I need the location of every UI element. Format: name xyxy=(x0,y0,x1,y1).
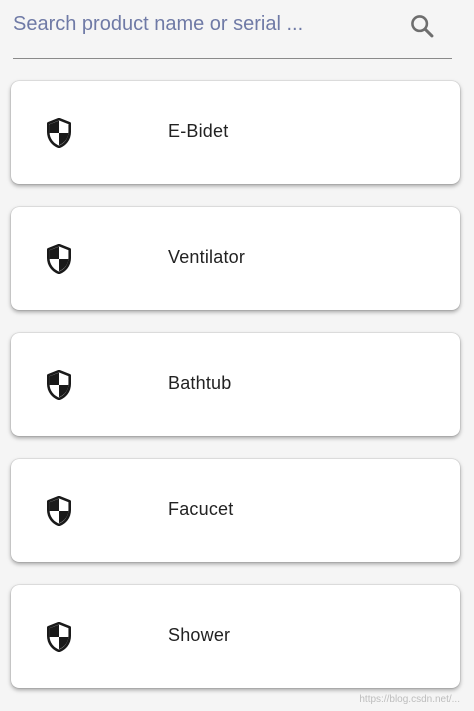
product-label: Ventilator xyxy=(168,247,246,267)
product-label: Facucet xyxy=(168,499,234,519)
product-label: Bathtub xyxy=(168,373,232,393)
product-card[interactable]: Ventilator xyxy=(11,207,460,310)
search-input[interactable] xyxy=(13,6,393,42)
shield-icon xyxy=(46,496,71,526)
product-card[interactable]: Facucet xyxy=(11,459,460,562)
product-label: Shower xyxy=(168,625,231,645)
watermark: https://blog.csdn.net/... xyxy=(359,694,460,705)
search-bar xyxy=(13,0,452,59)
product-list: E-Bidet Ventilator Bathtub Facucet Showe… xyxy=(11,81,460,711)
search-icon[interactable] xyxy=(408,12,436,40)
product-card[interactable]: E-Bidet xyxy=(11,81,460,184)
product-card[interactable]: Shower xyxy=(11,585,460,688)
shield-icon xyxy=(46,244,71,274)
shield-icon xyxy=(46,118,71,148)
product-card[interactable]: Bathtub xyxy=(11,333,460,436)
shield-icon xyxy=(46,370,71,400)
shield-icon xyxy=(46,622,71,652)
product-label: E-Bidet xyxy=(168,121,229,141)
